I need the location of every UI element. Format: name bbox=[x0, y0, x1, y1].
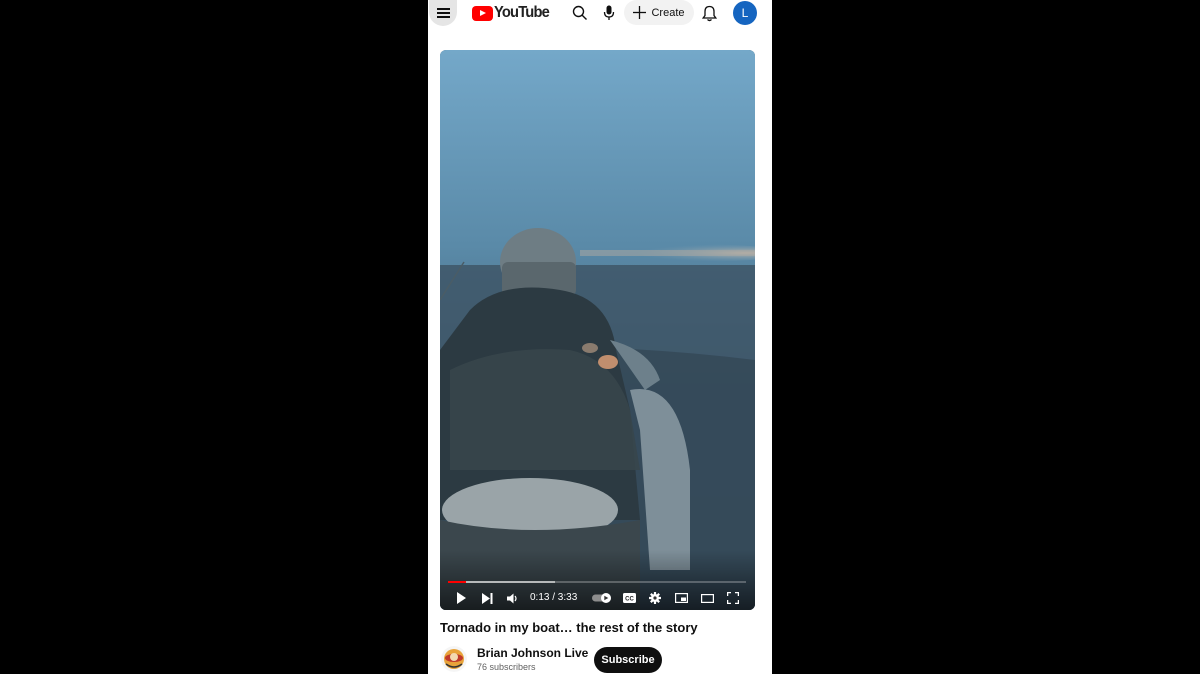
plus-icon bbox=[633, 6, 647, 19]
create-label: Create bbox=[651, 6, 685, 19]
youtube-logo[interactable]: YouTube bbox=[472, 4, 554, 21]
time-display: 0:13 / 3:33 bbox=[530, 592, 578, 603]
fullscreen-icon bbox=[727, 592, 739, 604]
avatar-letter: L bbox=[741, 6, 749, 20]
svg-text:CC: CC bbox=[625, 596, 634, 602]
fullscreen-button[interactable] bbox=[726, 590, 740, 606]
progress-bar[interactable] bbox=[448, 581, 746, 583]
voice-search-button[interactable] bbox=[599, 3, 619, 23]
next-button[interactable] bbox=[480, 590, 494, 606]
progress-played bbox=[448, 581, 467, 583]
mobile-page: YouTube Create L 0:13 / 3:33 CC Tornado … bbox=[428, 0, 772, 674]
search-button[interactable] bbox=[570, 3, 590, 23]
theater-button[interactable] bbox=[700, 590, 714, 606]
subscriber-count: 76 subscribers bbox=[477, 662, 536, 672]
logo-text: YouTube bbox=[494, 4, 550, 21]
channel-avatar[interactable] bbox=[441, 646, 467, 672]
menu-icon bbox=[436, 8, 450, 18]
notifications-button[interactable] bbox=[699, 3, 719, 23]
volume-button[interactable] bbox=[506, 590, 520, 606]
subscribe-label: Subscribe bbox=[601, 654, 655, 666]
autoplay-toggle-icon bbox=[592, 593, 611, 603]
video-title[interactable]: Tornado in my boat… the rest of the stor… bbox=[440, 620, 698, 635]
settings-button[interactable] bbox=[648, 590, 662, 606]
youtube-play-icon bbox=[472, 5, 493, 21]
channel-logo-icon bbox=[441, 646, 467, 672]
bell-icon bbox=[701, 5, 717, 21]
channel-name[interactable]: Brian Johnson Live bbox=[477, 646, 588, 660]
captions-button[interactable]: CC bbox=[622, 590, 636, 606]
create-button[interactable]: Create bbox=[624, 0, 694, 25]
top-bar: YouTube Create L bbox=[428, 0, 772, 26]
next-icon bbox=[481, 592, 492, 604]
microphone-icon bbox=[603, 5, 615, 20]
autoplay-toggle[interactable] bbox=[591, 590, 613, 606]
menu-button[interactable] bbox=[429, 0, 457, 26]
miniplayer-icon bbox=[674, 593, 688, 603]
play-button[interactable] bbox=[454, 590, 468, 606]
play-icon bbox=[456, 592, 466, 604]
video-player[interactable]: 0:13 / 3:33 CC bbox=[440, 50, 755, 610]
miniplayer-button[interactable] bbox=[674, 590, 688, 606]
captions-icon: CC bbox=[622, 593, 636, 603]
settings-icon bbox=[649, 592, 661, 604]
subscribe-button[interactable]: Subscribe bbox=[594, 647, 662, 673]
volume-icon bbox=[507, 593, 517, 603]
search-icon bbox=[572, 5, 587, 20]
account-avatar[interactable]: L bbox=[733, 1, 757, 25]
theater-icon bbox=[700, 593, 714, 603]
player-controls: 0:13 / 3:33 CC bbox=[440, 586, 755, 610]
video-frame bbox=[440, 50, 755, 610]
